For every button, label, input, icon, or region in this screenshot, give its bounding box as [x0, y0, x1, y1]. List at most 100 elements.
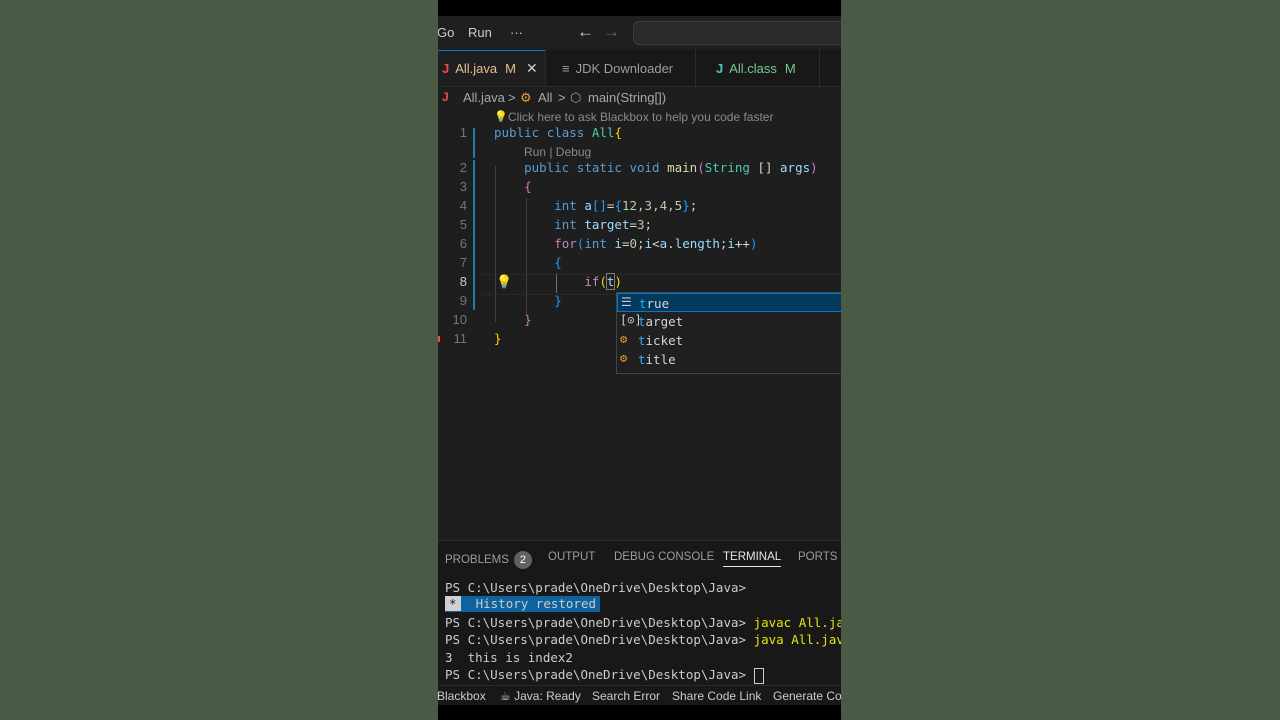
- token: a: [584, 198, 592, 213]
- menu-more[interactable]: ···: [510, 25, 523, 40]
- tab-ports[interactable]: PORTS: [798, 551, 837, 563]
- line-number: 10: [452, 312, 467, 327]
- java-file-icon: J: [442, 90, 449, 104]
- breadcrumb-file[interactable]: All.java: [463, 90, 505, 105]
- editor-tab-bar: J All.java M ✕ ≡ JDK Downloader J All.cl…: [438, 50, 841, 87]
- tab-problems[interactable]: PROBLEMS 2: [445, 551, 532, 569]
- token: int: [584, 236, 607, 251]
- line-number: 5: [459, 217, 467, 232]
- token: 12,3,4,5: [621, 198, 683, 213]
- suggestion-item-ticket[interactable]: ⚙ ticket: [617, 331, 841, 350]
- close-icon[interactable]: ✕: [526, 60, 538, 77]
- vscode-window: Go Run ··· ← → J All.java M ✕ ≡ JDK Down…: [438, 0, 841, 720]
- code-line: 2 public static void main(String [] args…: [438, 159, 841, 178]
- suggestion-rest: arget: [645, 314, 684, 329]
- tab-label: JDK Downloader: [575, 60, 674, 76]
- code-line: 7 {: [438, 254, 841, 273]
- line-number: 9: [459, 293, 467, 308]
- code-line: 4 int a[]={12,3,4,5};: [438, 197, 841, 216]
- breadcrumb-separator: >: [508, 90, 516, 105]
- token: for: [554, 236, 577, 251]
- breadcrumb-method[interactable]: main(String[]): [588, 90, 666, 105]
- line-number: 4: [459, 198, 467, 213]
- terminal-line[interactable]: PS C:\Users\prade\OneDrive\Desktop\Java>: [445, 667, 764, 684]
- suggestion-match: t: [638, 352, 646, 367]
- class-icon: ⚙: [520, 90, 532, 105]
- status-search-error[interactable]: Search Error: [592, 689, 660, 703]
- title-bar: Go Run ··· ← →: [438, 16, 841, 50]
- status-generate-code[interactable]: Generate Code: [773, 689, 841, 703]
- menu-go[interactable]: Go: [438, 25, 454, 40]
- suggestion-match: t: [639, 296, 647, 311]
- token: public static void: [524, 160, 660, 175]
- token: All: [591, 125, 615, 140]
- token: a: [659, 236, 668, 251]
- history-label: History restored: [475, 596, 597, 611]
- top-letterbox: [438, 0, 841, 16]
- breadcrumb-class[interactable]: All: [538, 90, 552, 105]
- blackbox-hint[interactable]: Click here to ask Blackbox to help you c…: [508, 110, 773, 124]
- line-number: 1: [459, 125, 467, 140]
- token: 0: [629, 236, 638, 251]
- tab-jdk-downloader[interactable]: ≡ JDK Downloader: [546, 50, 696, 86]
- terminal-output: 3 this is index2: [445, 650, 573, 665]
- code-line: 6 for(int i=0;i<a.length;i++): [438, 235, 841, 254]
- tab-label: All.java: [455, 61, 498, 76]
- line-number: 8: [459, 274, 467, 289]
- status-blackbox[interactable]: Blackbox: [438, 689, 486, 703]
- token: if: [584, 274, 600, 289]
- terminal-prompt: PS C:\Users\prade\OneDrive\Desktop\Java>: [445, 632, 747, 647]
- code-editor[interactable]: 💡 Click here to ask Blackbox to help you…: [438, 108, 841, 538]
- run-debug-codelens[interactable]: Run | Debug: [524, 145, 591, 159]
- terminal-prompt: PS C:\Users\prade\OneDrive\Desktop\Java>: [445, 667, 747, 682]
- menu-run[interactable]: Run: [468, 25, 492, 40]
- bottom-panel: PROBLEMS 2 OUTPUT DEBUG CONSOLE TERMINAL …: [438, 540, 841, 686]
- suggestion-item-target[interactable]: [⊙] target: [617, 312, 841, 331]
- token: length: [674, 236, 720, 251]
- command-center-search[interactable]: [633, 21, 841, 45]
- token: int: [554, 198, 577, 213]
- status-share-code-link[interactable]: Share Code Link: [672, 689, 761, 703]
- status-label: Java: Ready: [514, 689, 581, 703]
- class-icon: ⚙: [620, 351, 628, 365]
- token: public: [494, 125, 540, 140]
- suggestion-match: t: [638, 314, 646, 329]
- status-java-ready[interactable]: ☕ Java: Ready: [500, 689, 581, 703]
- terminal-line: PS C:\Users\prade\OneDrive\Desktop\Java>: [445, 580, 746, 595]
- breadcrumb-separator: >: [558, 90, 566, 105]
- problems-count-badge: 2: [513, 551, 532, 569]
- autocomplete-suggestions[interactable]: ☰ true [⊙] target ⚙ ticket ⚙ title: [616, 292, 841, 374]
- modified-badge: M: [784, 60, 796, 76]
- coffee-icon: ☕: [500, 689, 511, 703]
- method-icon: ⬡: [570, 90, 582, 105]
- terminal-prompt: PS C:\Users\prade\OneDrive\Desktop\Java>: [445, 615, 747, 630]
- code-line: 1 public class All{: [438, 124, 841, 143]
- suggestion-item-true[interactable]: ☰ true: [617, 293, 841, 312]
- token: i: [614, 236, 622, 251]
- token: main: [667, 160, 698, 175]
- tab-all-java[interactable]: J All.java M ✕: [438, 50, 546, 86]
- tab-debug-console[interactable]: DEBUG CONSOLE: [614, 551, 714, 563]
- back-arrow-icon[interactable]: ←: [577, 22, 594, 42]
- token: 3: [637, 217, 645, 232]
- history-star: *: [445, 596, 461, 611]
- terminal-command: java All.java: [753, 632, 841, 647]
- terminal-line: PS C:\Users\prade\OneDrive\Desktop\Java>…: [445, 615, 841, 630]
- tab-output[interactable]: OUTPUT: [548, 551, 595, 563]
- forward-arrow-icon[interactable]: →: [603, 22, 620, 42]
- terminal-line: PS C:\Users\prade\OneDrive\Desktop\Java>…: [445, 632, 841, 647]
- line-number: 7: [459, 255, 467, 270]
- code-line: 5 int target=3;: [438, 216, 841, 235]
- tab-terminal[interactable]: TERMINAL: [723, 551, 782, 567]
- code-line-current: 8 if(t): [438, 273, 841, 292]
- line-number: 3: [459, 179, 467, 194]
- bottom-letterbox: [438, 705, 841, 720]
- suggestion-rest: rue: [646, 296, 670, 311]
- token: args: [780, 160, 811, 175]
- status-bar: Blackbox ☕ Java: Ready Search Error Shar…: [438, 685, 841, 706]
- keyword-icon: ☰: [621, 295, 632, 309]
- suggestion-item-title[interactable]: ⚙ title: [617, 350, 841, 369]
- token: target: [584, 217, 630, 232]
- tab-all-class[interactable]: J All.class M: [696, 50, 820, 86]
- token: class: [546, 125, 585, 140]
